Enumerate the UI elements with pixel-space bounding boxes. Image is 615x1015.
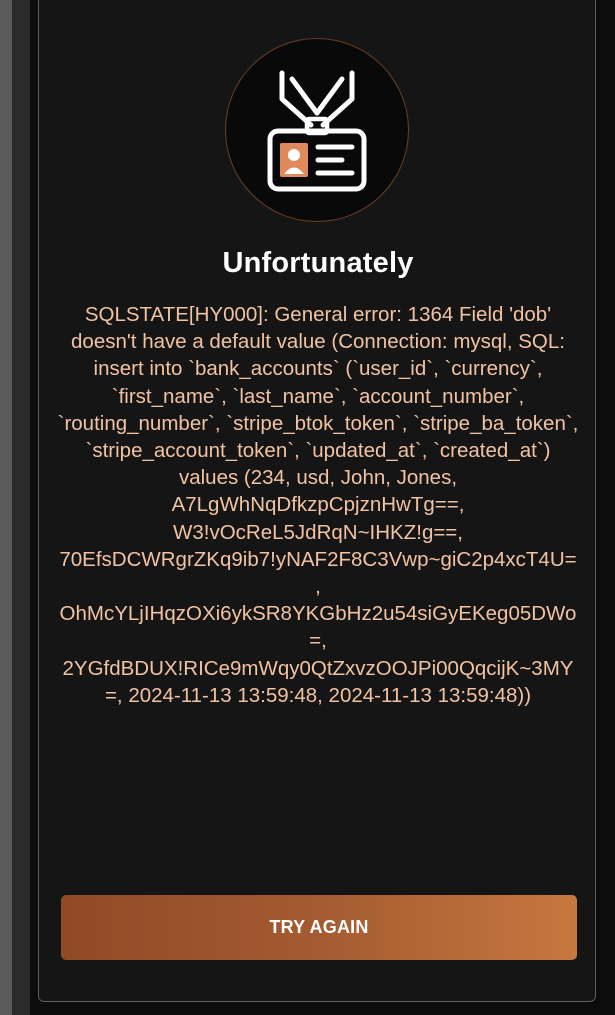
try-again-button[interactable]: TRY AGAIN [61,895,577,960]
id-badge-icon [267,70,367,192]
page: Unfortunately SQLSTATE[HY000]: General e… [0,0,615,1015]
error-dialog-card: Unfortunately SQLSTATE[HY000]: General e… [38,0,596,1002]
left-edge-strip [0,0,12,1015]
left-edge-shadow [12,0,30,1015]
error-message: SQLSTATE[HY000]: General error: 1364 Fie… [57,303,579,707]
icon-circle [226,39,408,221]
dialog-title: Unfortunately [222,247,414,279]
